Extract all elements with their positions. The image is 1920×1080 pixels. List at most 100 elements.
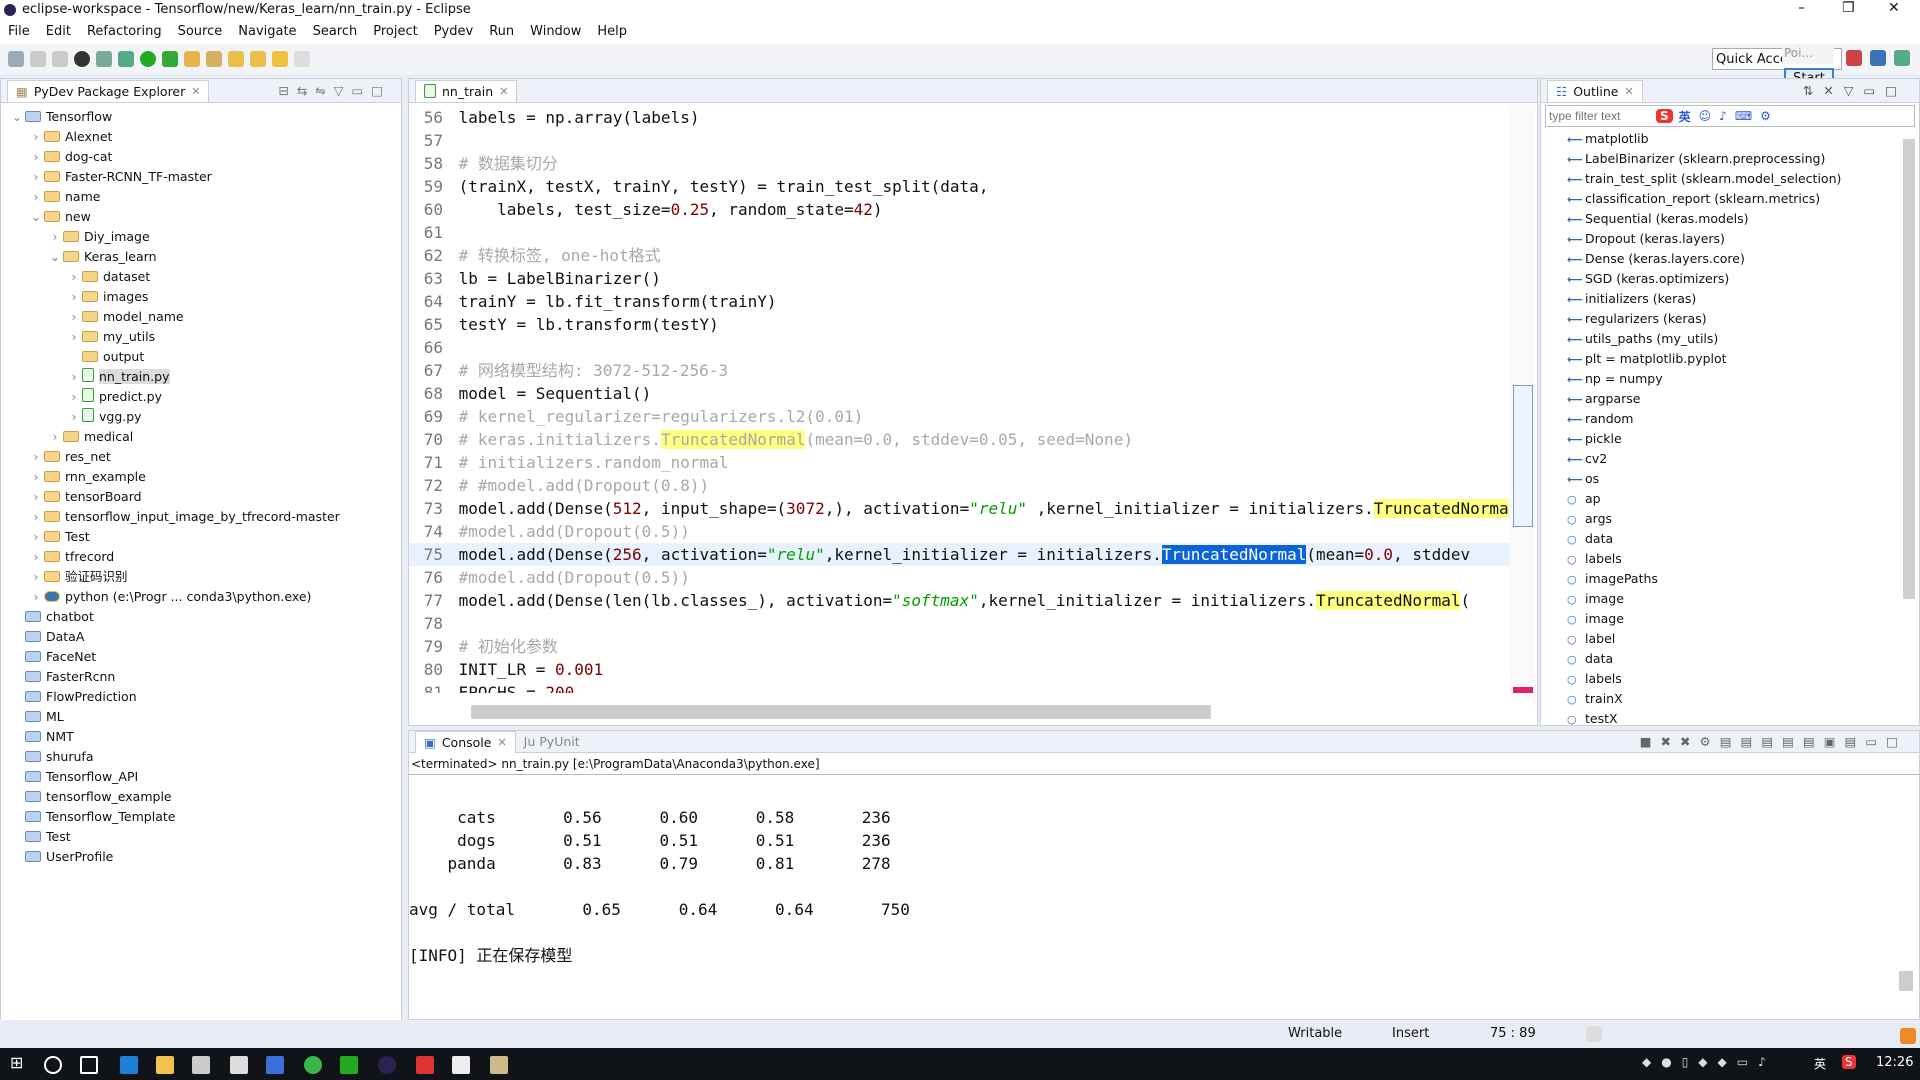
menu-file[interactable]: File [0,22,38,44]
tree-item[interactable]: › images [1,287,401,307]
outline-item[interactable]: ⟵ SGD (keras.optimizers) [1541,269,1919,289]
error-marker[interactable] [1513,687,1533,693]
chevron-icon[interactable]: › [47,427,63,447]
overview-viewport[interactable] [1513,385,1533,527]
code-line[interactable]: 67 # 网络模型结构: 3072-512-256-3 [409,359,1509,382]
tab-console[interactable]: ▣ Console ✕ [415,730,516,753]
menu-source[interactable]: Source [170,22,231,44]
tree-item[interactable]: › tensorflow_input_image_by_tfrecord-mast… [1,507,401,527]
tree-item[interactable]: › my_utils [1,327,401,347]
tree-item[interactable]: FasterRcnn [1,667,401,687]
tree-item[interactable]: FaceNet [1,647,401,667]
code-line[interactable]: 59 (trainX, testX, trainY, testY) = trai… [409,175,1509,198]
chevron-icon[interactable]: › [28,467,44,487]
tree-item[interactable]: › tfrecord [1,547,401,567]
open-folder-icon[interactable] [184,51,200,67]
tree-item[interactable]: › model_name [1,307,401,327]
outline-item[interactable]: ⟵ Dense (keras.layers.core) [1541,249,1919,269]
run-icon[interactable] [140,51,156,67]
open-type-icon[interactable] [96,51,112,67]
tree-item[interactable]: Tensorflow_API [1,767,401,787]
menu-project[interactable]: Project [365,22,425,44]
outline-scrollbar[interactable] [1903,139,1915,599]
close-icon[interactable]: ✕ [499,85,508,98]
code-line[interactable]: 58 # 数据集切分 [409,152,1509,175]
outline-item[interactable]: ⟵ random [1541,409,1919,429]
code-line[interactable]: 65 testY = lb.transform(testY) [409,313,1509,336]
chevron-icon[interactable]: › [28,567,44,587]
horizontal-scrollbar[interactable] [471,705,1211,719]
tree-item[interactable]: › Faster-RCNN_TF-master [1,167,401,187]
vscode-icon[interactable] [266,1056,284,1074]
view-controls[interactable]: ⊟⇆⇋▽▭□ [278,83,391,98]
tab-pyunit[interactable]: Ju PyUnit [516,731,588,752]
code-line[interactable]: 71 # initializers.random_normal [409,451,1509,474]
outline-item[interactable]: ○ data [1541,529,1919,549]
chevron-icon[interactable]: › [47,227,63,247]
outline-item[interactable]: ⟵ Dropout (keras.layers) [1541,229,1919,249]
tree-item[interactable]: chatbot [1,607,401,627]
code-line[interactable]: 79 # 初始化参数 [409,635,1509,658]
code-line[interactable]: 56 labels = np.array(labels) [409,106,1509,129]
edit-icon[interactable] [206,51,222,67]
maximize-button[interactable]: ❐ [1842,0,1855,16]
python-perspective-icon[interactable] [1870,50,1886,66]
code-editor[interactable]: 56 labels = np.array(labels) 57 58 # 数据集切… [409,103,1509,693]
sogou-ime-icon[interactable]: S [1656,109,1673,123]
external-tools-icon[interactable] [162,51,178,67]
code-line[interactable]: 62 # 转换标签, one-hot格式 [409,244,1509,267]
chevron-icon[interactable]: › [28,167,44,187]
tree-item[interactable]: › Alexnet [1,127,401,147]
chevron-icon[interactable]: ⌄ [28,207,44,227]
menu-refactoring[interactable]: Refactoring [79,22,170,44]
outline-item[interactable]: ⟵ plt = matplotlib.pyplot [1541,349,1919,369]
save-all-icon[interactable] [52,51,68,67]
code-line[interactable]: 70 # keras.initializers.TruncatedNormal(… [409,428,1509,451]
tree-item[interactable]: ML [1,707,401,727]
tree-item[interactable]: ⌄ new [1,207,401,227]
chevron-icon[interactable]: › [28,487,44,507]
outline-item[interactable]: ○ labels [1541,669,1919,689]
tree-item[interactable]: › rnn_example [1,467,401,487]
code-line[interactable]: 69 # kernel_regularizer=regularizers.l2(… [409,405,1509,428]
outline-item[interactable]: ○ labels [1541,549,1919,569]
code-line[interactable]: 80 INIT_LR = 0.001 [409,658,1509,681]
tree-item[interactable]: › predict.py [1,387,401,407]
chevron-icon[interactable]: › [28,147,44,167]
tree-item[interactable]: output [1,347,401,367]
terminal-icon[interactable] [340,1056,358,1074]
outline-item[interactable]: ○ args [1541,509,1919,529]
tree-item[interactable]: › Diy_image [1,227,401,247]
chevron-icon[interactable]: › [28,507,44,527]
chevron-icon[interactable]: › [28,187,44,207]
pydev-perspective-icon[interactable] [1846,50,1862,66]
code-line[interactable]: 68 model = Sequential() [409,382,1509,405]
memory-icon[interactable] [1586,1026,1602,1042]
back-icon[interactable] [272,51,288,67]
file-explorer-icon[interactable] [156,1056,174,1074]
mail-icon[interactable] [230,1056,248,1074]
chevron-icon[interactable]: › [28,527,44,547]
debug-perspective-icon[interactable] [1894,50,1910,66]
forward-icon[interactable] [294,51,310,67]
tree-item[interactable]: › medical [1,427,401,447]
chevron-icon[interactable]: › [66,327,82,347]
chevron-icon[interactable]: › [66,367,82,387]
taskbar-ime[interactable]: 英 [1814,1055,1826,1072]
outline-item[interactable]: ○ label [1541,629,1919,649]
outline-item[interactable]: ⟵ np = numpy [1541,369,1919,389]
tab-package-explorer[interactable]: ▦ PyDev Package Explorer ✕ [7,79,210,102]
code-line[interactable]: 60 labels, test_size=0.25, random_state=… [409,198,1509,221]
outline-item[interactable]: ⟵ utils_paths (my_utils) [1541,329,1919,349]
code-line[interactable]: 73 model.add(Dense(512, input_shape=(307… [409,497,1509,520]
outline-item[interactable]: ⟵ initializers (keras) [1541,289,1919,309]
outline-controls[interactable]: ⇅✕▽▭□ [1803,83,1907,98]
tab-nn-train[interactable]: nn_train ✕ [415,79,518,102]
close-button[interactable]: ✕ [1888,0,1900,16]
outline-item[interactable]: ⟵ cv2 [1541,449,1919,469]
chevron-icon[interactable]: › [28,547,44,567]
wechat-icon[interactable] [304,1056,322,1074]
console-output[interactable]: cats 0.56 0.60 0.58 236 dogs 0.51 0.51 0… [409,775,1919,995]
outline-item[interactable]: ⟵ classification_report (sklearn.metrics) [1541,189,1919,209]
ime-language[interactable]: 英 [1679,108,1691,125]
